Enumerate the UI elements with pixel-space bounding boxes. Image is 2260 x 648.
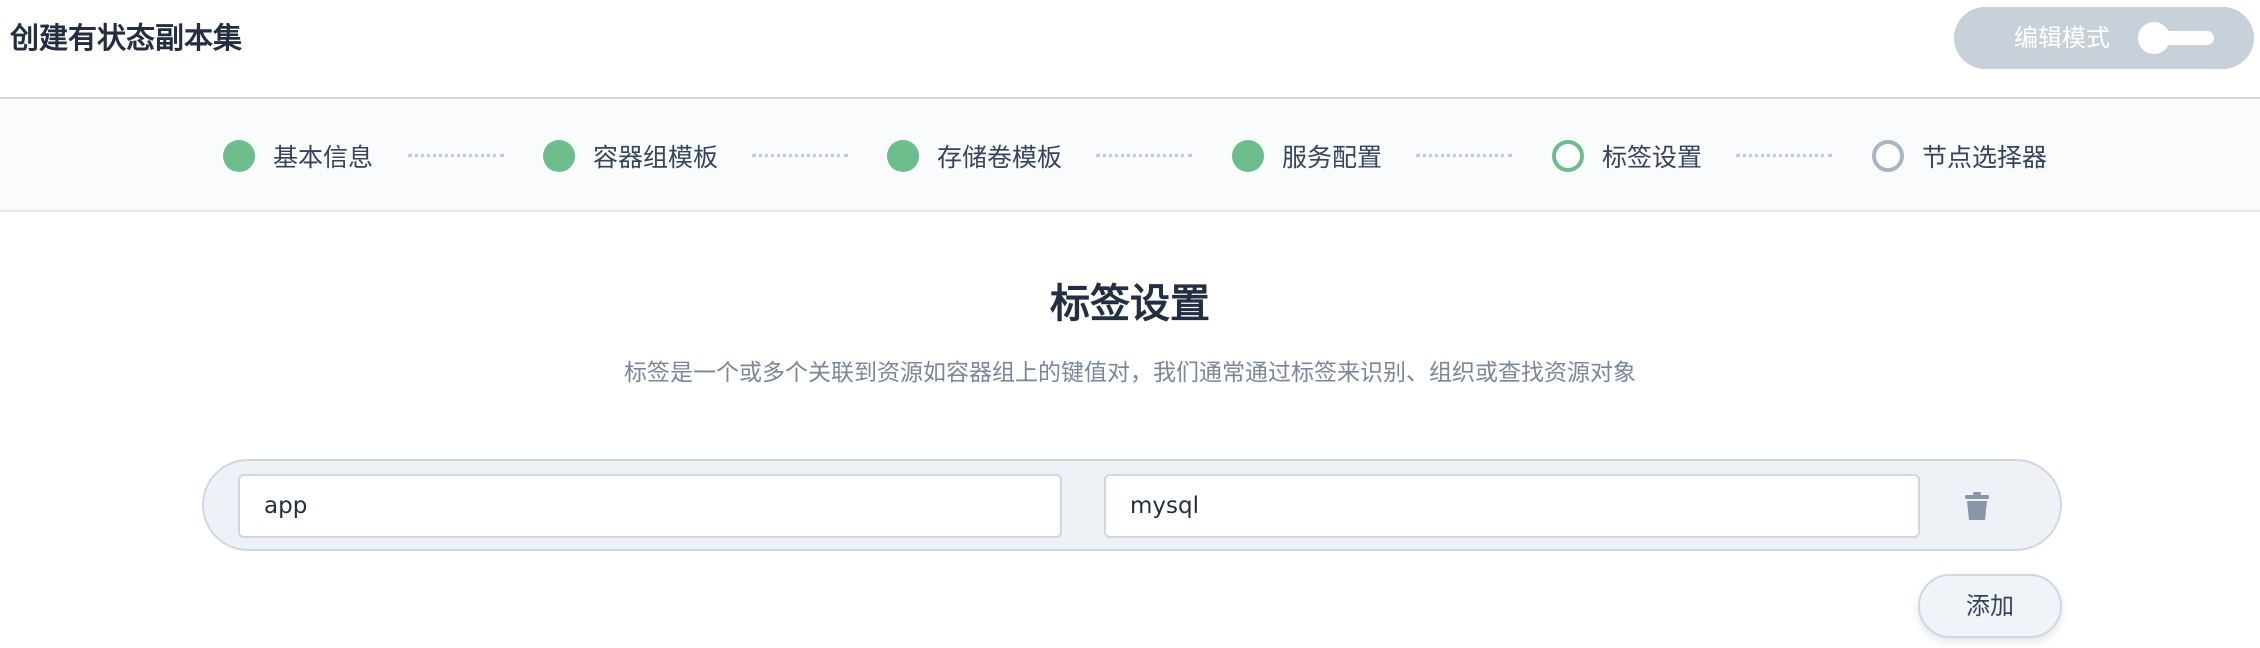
page-title: 创建有状态副本集 <box>10 21 243 55</box>
step-label: 标签设置 <box>1602 142 1703 172</box>
step-todo-icon <box>1872 139 1904 172</box>
step-active-icon <box>1552 139 1584 172</box>
trash-icon[interactable] <box>1956 485 1998 527</box>
step-label-settings[interactable]: 标签设置 <box>1552 99 1702 212</box>
header: 创建有状态副本集 编辑模式 <box>0 0 2260 99</box>
step-done-icon <box>1232 139 1264 172</box>
step-separator <box>408 154 504 157</box>
step-label: 容器组模板 <box>593 142 719 172</box>
step-label: 服务配置 <box>1282 142 1383 172</box>
step-separator <box>752 154 848 157</box>
step-separator <box>1736 154 1832 157</box>
step-volume-template[interactable]: 存储卷模板 <box>887 99 1062 212</box>
step-label: 节点选择器 <box>1922 142 2048 172</box>
label-key-input[interactable] <box>238 474 1062 538</box>
step-node-selector[interactable]: 节点选择器 <box>1872 99 2047 212</box>
label-row <box>202 459 2062 551</box>
step-label: 基本信息 <box>273 142 374 172</box>
steps-bar: 基本信息 容器组模板 存储卷模板 服务配置 标签设置 节点选择器 <box>0 99 2260 212</box>
add-label-button[interactable]: 添加 <box>1918 574 2062 638</box>
step-done-icon <box>887 139 919 172</box>
step-basic-info[interactable]: 基本信息 <box>223 99 373 212</box>
step-separator <box>1096 154 1192 157</box>
toggle-knob[interactable] <box>2138 22 2170 54</box>
edit-mode-label: 编辑模式 <box>2014 24 2110 52</box>
step-done-icon <box>223 139 255 172</box>
step-done-icon <box>543 139 575 172</box>
section-description: 标签是一个或多个关联到资源如容器组上的键值对，我们通常通过标签来识别、组织或查找… <box>624 360 1636 386</box>
label-value-input[interactable] <box>1104 474 1920 538</box>
section-heading: 标签设置 <box>1050 281 1210 327</box>
step-label: 存储卷模板 <box>937 142 1063 172</box>
step-separator <box>1416 154 1512 157</box>
step-container-template[interactable]: 容器组模板 <box>543 99 718 212</box>
step-service-config[interactable]: 服务配置 <box>1232 99 1382 212</box>
edit-mode-toggle[interactable]: 编辑模式 <box>1954 7 2254 69</box>
